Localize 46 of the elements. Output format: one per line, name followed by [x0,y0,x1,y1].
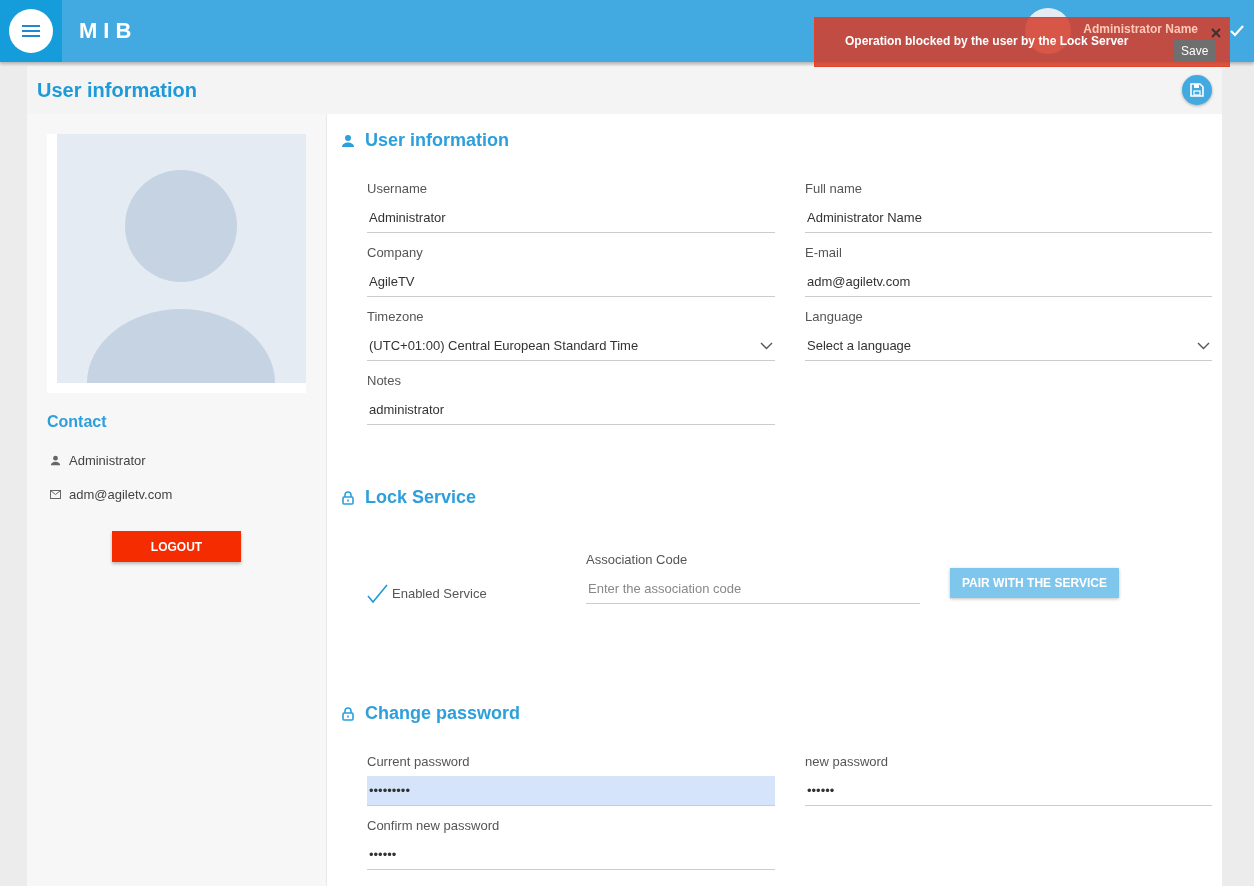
person-icon [341,133,355,148]
logout-button[interactable]: LOGOUT [112,531,241,562]
input-field[interactable]: administrator [367,395,775,425]
field-label: Current password [367,754,471,771]
field-label: Company [367,245,424,262]
chevron-down-icon [1197,341,1210,350]
field-label: Username [367,181,428,198]
save-tooltip: Save [1174,40,1216,62]
dropdown-field[interactable]: Select a language [805,331,1212,361]
checkbox-label: Enabled Service [392,585,487,601]
contact-heading: Contact [47,413,108,431]
save-button[interactable] [1182,75,1212,105]
input-field[interactable]: AgileTV [367,267,775,297]
input-field[interactable]: Administrator Name [805,203,1212,233]
input-field[interactable]: adm@agiletv.com [805,267,1212,297]
brand-logo: MIB [79,18,138,44]
password-field[interactable]: •••••• [805,776,1212,806]
field-label: Notes [367,373,402,390]
lock-icon [341,490,355,505]
field-label: new password [805,754,890,771]
field-label: Association Code [586,552,689,569]
password-field[interactable]: ••••••••• [367,776,775,806]
menu-button[interactable] [9,9,53,53]
field-label: Confirm new password [367,818,501,835]
input-field[interactable]: Enter the association code [586,574,920,604]
field-label: Full name [805,181,864,198]
password-field[interactable]: •••••• [367,840,775,870]
section-title: User information [365,130,510,151]
field-label: Timezone [367,309,425,326]
chevron-down-icon [760,341,773,350]
section-title: Change password [365,703,521,724]
field-label: Language [805,309,864,326]
person-icon [50,454,61,466]
checkbox[interactable] [367,583,388,603]
section-title: Lock Service [365,487,477,508]
envelope-icon [50,489,61,499]
check-icon [1230,25,1244,37]
close-icon[interactable] [1211,28,1221,38]
field-label: E-mail [805,245,843,262]
lock-icon [341,706,355,721]
input-field[interactable]: Administrator [367,203,775,233]
contact-text: Administrator [69,452,146,468]
menu-icon [22,24,40,38]
contact-text: adm@agiletv.com [69,486,173,502]
page-title: User information [37,78,198,102]
dropdown-field[interactable]: (UTC+01:00) Central European Standard Time [367,331,775,361]
